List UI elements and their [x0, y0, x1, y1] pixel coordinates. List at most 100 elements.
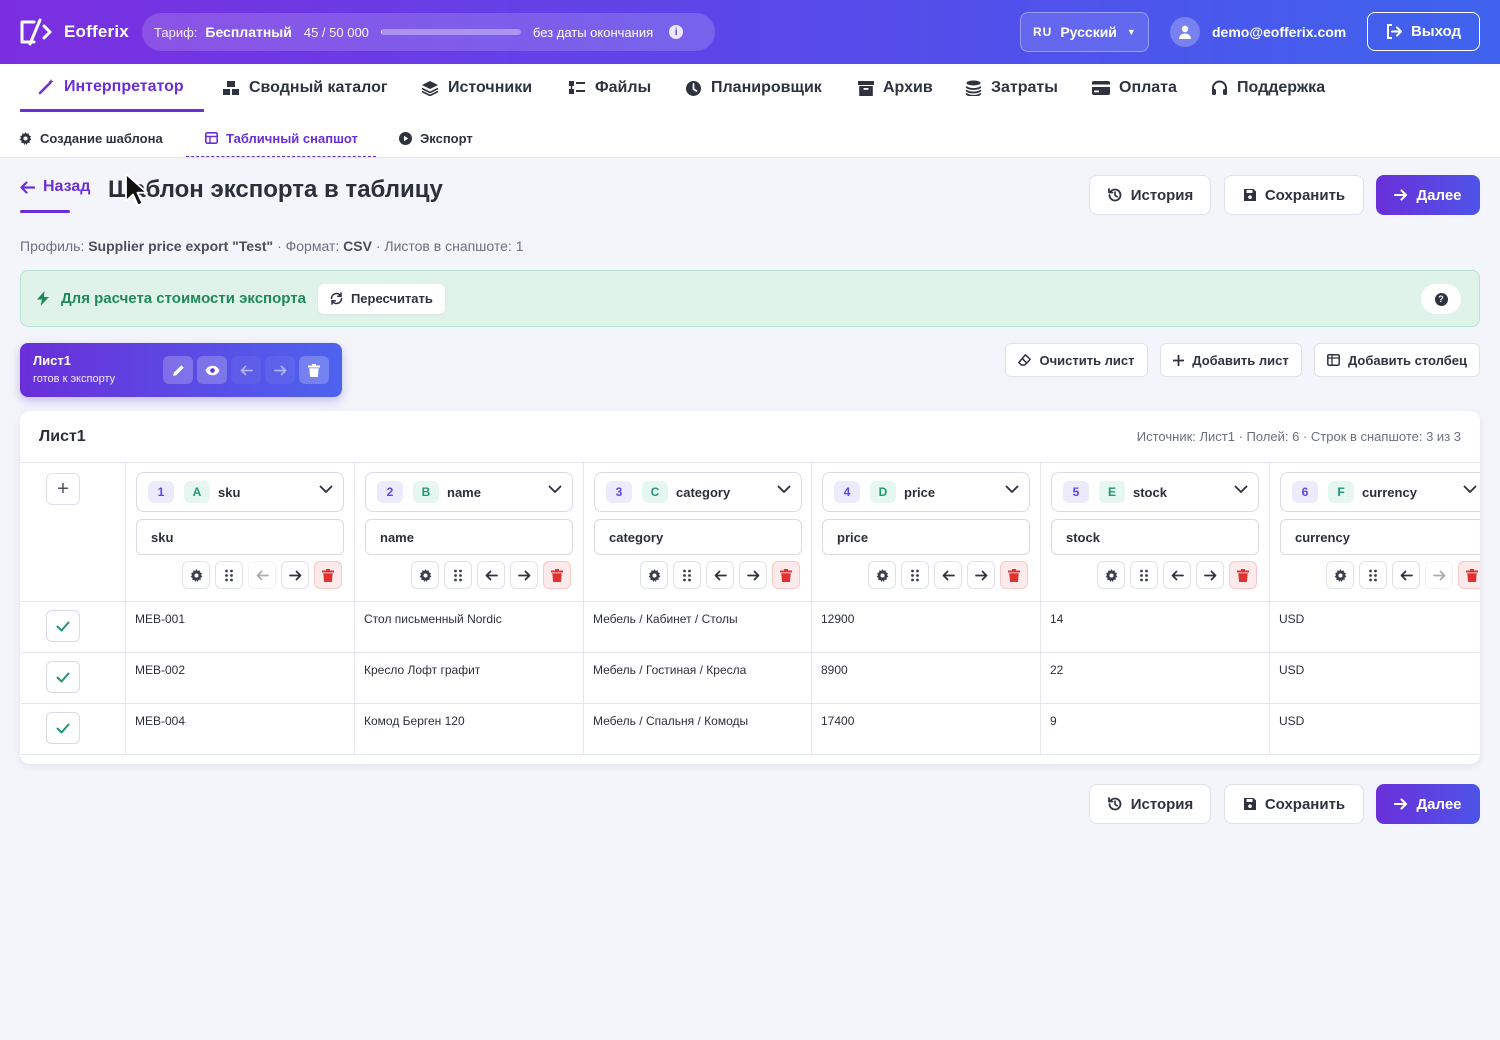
- column-number: 5: [1063, 481, 1089, 503]
- sheet-tab[interactable]: Лист1 готов к экспорту: [20, 343, 342, 397]
- sheet-card-title: Лист1: [39, 428, 86, 445]
- subtab-snapshot[interactable]: Табличный снапшот: [186, 120, 376, 157]
- column-drag-handle[interactable]: [444, 561, 472, 589]
- column-move-left-button[interactable]: [1392, 561, 1420, 589]
- rename-sheet-button[interactable]: [163, 356, 193, 384]
- clear-sheet-button[interactable]: Очистить лист: [1005, 343, 1148, 377]
- column-move-right-button[interactable]: [1196, 561, 1224, 589]
- arrow-right-icon: [1394, 798, 1408, 810]
- help-button[interactable]: ?: [1421, 284, 1461, 314]
- logout-button[interactable]: Выход: [1367, 12, 1480, 51]
- nav-interpreter[interactable]: Интерпретатор: [20, 64, 204, 112]
- column-move-left-button[interactable]: [477, 561, 505, 589]
- column-move-left-button[interactable]: [1163, 561, 1191, 589]
- column-move-right-button[interactable]: [739, 561, 767, 589]
- row-include-checkbox[interactable]: [46, 712, 80, 744]
- column-field-select[interactable]: 2 Bname: [365, 472, 573, 512]
- nav-support[interactable]: Поддержка: [1211, 64, 1325, 112]
- chevron-down-icon: [1463, 485, 1477, 494]
- column-header-input[interactable]: price: [822, 519, 1030, 555]
- next-label: Далее: [1416, 186, 1462, 204]
- column-move-right-button[interactable]: [510, 561, 538, 589]
- column-header-input[interactable]: currency: [1280, 519, 1480, 555]
- nav-archive[interactable]: Архив: [858, 64, 933, 112]
- nav-scheduler[interactable]: Планировщик: [685, 64, 822, 112]
- arrow-left-icon: [240, 365, 253, 375]
- column-settings-button[interactable]: [1326, 561, 1354, 589]
- add-column-plus-button[interactable]: +: [46, 473, 80, 505]
- column-delete-button[interactable]: [543, 561, 571, 589]
- column-settings-button[interactable]: [868, 561, 896, 589]
- column-divider: [811, 463, 812, 754]
- column-settings-button[interactable]: [182, 561, 210, 589]
- column-move-right-button[interactable]: [281, 561, 309, 589]
- column-drag-handle[interactable]: [215, 561, 243, 589]
- column-settings-button[interactable]: [1097, 561, 1125, 589]
- check-icon: [56, 723, 70, 734]
- column-header-input[interactable]: stock: [1051, 519, 1259, 555]
- nav-sources[interactable]: Источники: [421, 64, 532, 112]
- add-sheet-button[interactable]: Добавить лист: [1160, 343, 1302, 377]
- subtab-template[interactable]: Создание шаблона: [19, 120, 163, 157]
- row-include-checkbox[interactable]: [46, 661, 80, 693]
- nav-files[interactable]: Файлы: [568, 64, 651, 112]
- delete-sheet-button[interactable]: [299, 356, 329, 384]
- column-letter: D: [870, 481, 896, 503]
- row-include-checkbox[interactable]: [46, 610, 80, 642]
- language-select[interactable]: RU Русский ▼: [1020, 12, 1149, 52]
- column-letter: A: [184, 481, 210, 503]
- next-button[interactable]: Далее: [1376, 175, 1480, 215]
- subtab-export[interactable]: Экспорт: [399, 120, 473, 157]
- history-button[interactable]: История: [1089, 175, 1211, 215]
- save-button-bottom[interactable]: Сохранить: [1224, 784, 1364, 824]
- arrow-right-icon: [974, 570, 988, 581]
- column-move-left-button[interactable]: [706, 561, 734, 589]
- tariff-plan: Бесплатный: [205, 24, 292, 40]
- meta-profile: Supplier price export "Test": [88, 238, 274, 254]
- column-field-select[interactable]: 6 Fcurrency: [1280, 472, 1480, 512]
- next-button-bottom[interactable]: Далее: [1376, 784, 1480, 824]
- nav-costs[interactable]: Затраты: [965, 64, 1058, 112]
- tariff-pill[interactable]: Тариф: Бесплатный 45 / 50 000 без даты о…: [142, 13, 715, 51]
- preview-sheet-button[interactable]: [197, 356, 227, 384]
- column-header-input[interactable]: sku: [136, 519, 344, 555]
- column-move-left-button[interactable]: [248, 561, 276, 589]
- column-settings-button[interactable]: [411, 561, 439, 589]
- recalc-button[interactable]: Пересчитать: [317, 283, 445, 314]
- move-sheet-left-button[interactable]: [231, 356, 261, 384]
- column-move-right-button[interactable]: [1425, 561, 1453, 589]
- column-delete-button[interactable]: [772, 561, 800, 589]
- column-drag-handle[interactable]: [901, 561, 929, 589]
- column-delete-button[interactable]: [314, 561, 342, 589]
- column-field-select[interactable]: 3 Ccategory: [594, 472, 802, 512]
- column-drag-handle[interactable]: [673, 561, 701, 589]
- info-icon[interactable]: i: [669, 25, 684, 39]
- move-sheet-right-button[interactable]: [265, 356, 295, 384]
- column-field-select[interactable]: 5 Estock: [1051, 472, 1259, 512]
- back-link[interactable]: Назад: [20, 178, 90, 196]
- user-menu[interactable]: demo@eofferix.com: [1170, 17, 1346, 47]
- column-field-select[interactable]: 1 Asku: [136, 472, 344, 512]
- history-button-bottom[interactable]: История: [1089, 784, 1211, 824]
- column-delete-button[interactable]: [1229, 561, 1257, 589]
- nav-label: Поддержка: [1237, 79, 1326, 96]
- save-button[interactable]: Сохранить: [1224, 175, 1364, 215]
- column-settings-button[interactable]: [640, 561, 668, 589]
- table-cell: Комод Берген 120: [364, 714, 465, 728]
- column-delete-button[interactable]: [1000, 561, 1028, 589]
- user-icon: [1179, 25, 1191, 39]
- column-field-select[interactable]: 4 Dprice: [822, 472, 1030, 512]
- trash-icon: [1466, 568, 1478, 582]
- add-column-button[interactable]: Добавить столбец: [1314, 343, 1480, 377]
- nav-payment[interactable]: Оплата: [1092, 64, 1177, 112]
- nav-catalog[interactable]: Сводный каталог: [222, 64, 388, 112]
- column-delete-button[interactable]: [1458, 561, 1480, 589]
- column-header-input[interactable]: name: [365, 519, 573, 555]
- column-move-left-button[interactable]: [934, 561, 962, 589]
- app-logo[interactable]: Eofferix: [20, 18, 129, 46]
- column-drag-handle[interactable]: [1359, 561, 1387, 589]
- column-move-right-button[interactable]: [967, 561, 995, 589]
- column-header-input[interactable]: category: [594, 519, 802, 555]
- top-bar: Eofferix Тариф: Бесплатный 45 / 50 000 б…: [0, 0, 1500, 64]
- column-drag-handle[interactable]: [1130, 561, 1158, 589]
